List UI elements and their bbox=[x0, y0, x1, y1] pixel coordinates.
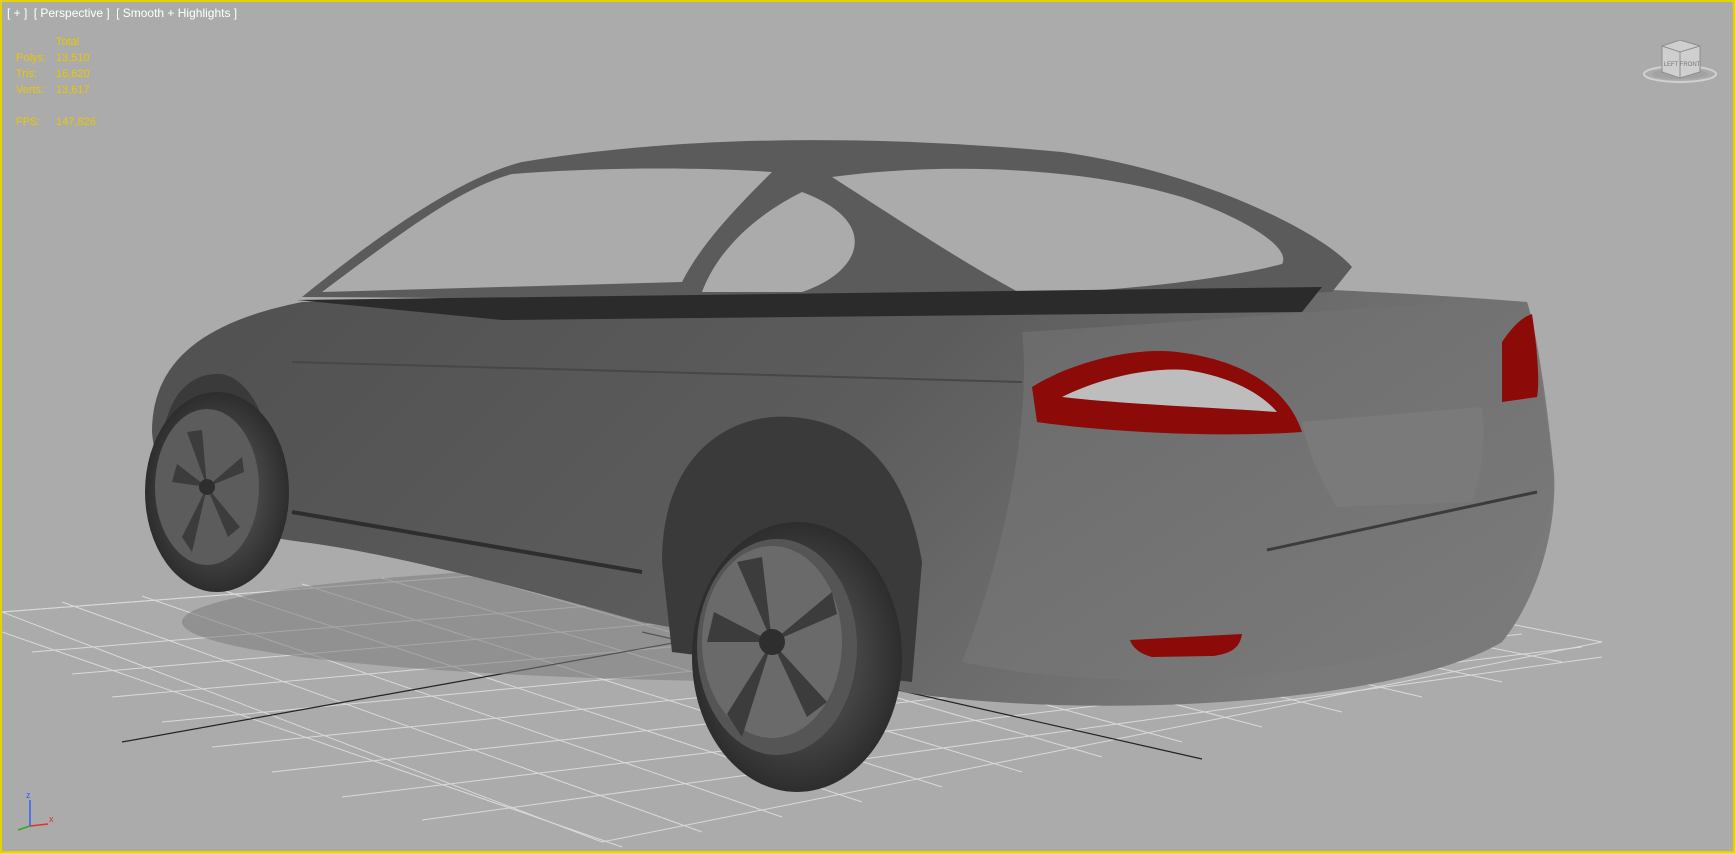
viewport-menu-perspective[interactable]: [ Perspective ] bbox=[34, 6, 110, 20]
tris-value: 16,620 bbox=[56, 68, 90, 80]
polys-value: 13,510 bbox=[56, 52, 90, 64]
rear-wheel bbox=[692, 522, 902, 792]
axis-tripod-icon: z x bbox=[17, 790, 54, 831]
axis-x-label: x bbox=[49, 814, 54, 824]
stats-header: Total bbox=[56, 36, 80, 48]
svg-text:FRONT: FRONT bbox=[1680, 62, 1701, 68]
viewport-menu-plus[interactable]: [ + ] bbox=[7, 6, 27, 20]
verts-value: 13,617 bbox=[56, 84, 90, 96]
viewport-label-bar[interactable]: [ + ] [ Perspective ] [ Smooth + Highlig… bbox=[7, 6, 240, 20]
scene-canvas[interactable] bbox=[2, 2, 1733, 851]
svg-text:LEFT: LEFT bbox=[1664, 62, 1679, 68]
front-wheel bbox=[145, 392, 289, 592]
tris-label: Tris: bbox=[16, 68, 37, 80]
viewcube-icon[interactable]: LEFT FRONT bbox=[1642, 38, 1720, 84]
viewport-perspective[interactable]: [ + ] [ Perspective ] [ Smooth + Highlig… bbox=[0, 0, 1735, 853]
fps-label: FPS: bbox=[16, 116, 41, 128]
fps-value: 147,826 bbox=[56, 116, 96, 128]
polys-label: Polys: bbox=[16, 52, 46, 64]
trunk-lid bbox=[1302, 407, 1484, 507]
verts-label: Verts: bbox=[16, 84, 45, 96]
viewport-menu-shading[interactable]: [ Smooth + Highlights ] bbox=[116, 6, 237, 20]
statistics-overlay: Total Polys: 13,510 Tris: 16,620 Verts: 13,… bbox=[16, 34, 96, 130]
axis-z-label: z bbox=[26, 790, 31, 800]
